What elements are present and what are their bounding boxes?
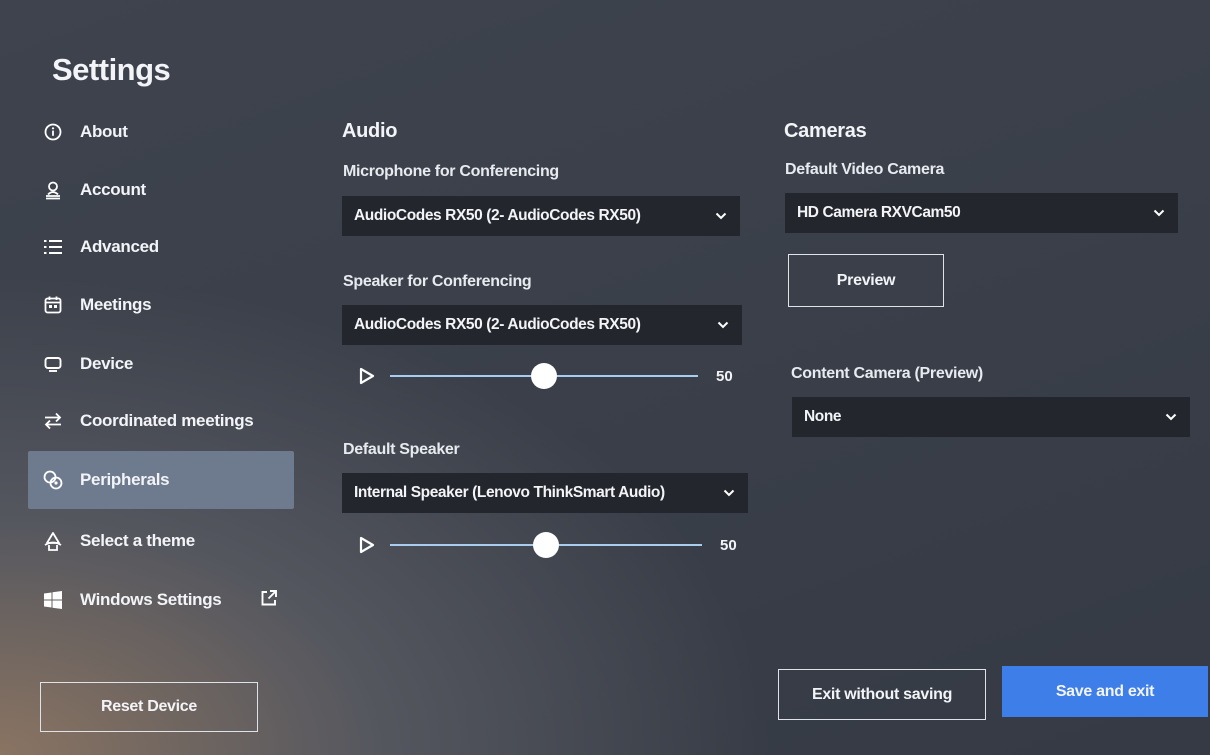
nav-item-label: Advanced: [80, 237, 159, 256]
nav-item-windows-settings[interactable]: Windows Settings: [28, 573, 288, 627]
external-link-icon: [260, 589, 278, 612]
play-icon[interactable]: [358, 367, 376, 385]
person-icon: [42, 179, 64, 201]
play-icon[interactable]: [358, 536, 376, 554]
microphone-select[interactable]: AudioCodes RX50 (2- AudioCodes RX50): [342, 196, 740, 236]
speaker-select[interactable]: AudioCodes RX50 (2- AudioCodes RX50): [342, 305, 742, 345]
nav-item-select-a-theme[interactable]: Select a theme: [28, 514, 294, 568]
nav-item-label: Account: [80, 180, 146, 199]
nav-item-meetings[interactable]: Meetings: [28, 278, 294, 332]
content-camera-label: Content Camera (Preview): [791, 365, 983, 382]
arrows-swap-icon: [42, 410, 64, 432]
slider-thumb[interactable]: [533, 532, 559, 558]
nav-item-account[interactable]: Account: [28, 163, 294, 217]
nav-item-about[interactable]: About: [28, 105, 294, 159]
nav-item-label: Device: [80, 354, 134, 373]
save-and-exit-button[interactable]: Save and exit: [1002, 666, 1208, 717]
page-title: Settings: [52, 52, 171, 87]
default-camera-label: Default Video Camera: [785, 161, 945, 178]
nav-item-label: Select a theme: [80, 531, 195, 550]
exit-without-saving-button[interactable]: Exit without saving: [778, 669, 986, 720]
content-camera-select[interactable]: None: [792, 397, 1190, 437]
monitor-icon: [42, 353, 64, 375]
volume-value: 50: [716, 367, 733, 385]
nav-item-peripherals[interactable]: Peripherals: [28, 451, 294, 509]
nav-item-device[interactable]: Device: [28, 337, 294, 391]
slider-track[interactable]: [390, 532, 702, 558]
audio-heading: Audio: [342, 120, 398, 142]
slider-thumb[interactable]: [531, 363, 557, 389]
default-speaker-volume-slider[interactable]: 50: [358, 530, 737, 560]
default-speaker-label: Default Speaker: [343, 441, 460, 458]
chevron-down-icon: [1165, 413, 1177, 421]
select-value: HD Camera RXVCam50: [797, 204, 961, 221]
select-value: AudioCodes RX50 (2- AudioCodes RX50): [354, 207, 641, 224]
theme-icon: [42, 530, 64, 552]
volume-value: 50: [720, 536, 737, 554]
chevron-down-icon: [1153, 209, 1165, 217]
list-icon: [42, 236, 64, 258]
chevron-down-icon: [715, 212, 727, 220]
peripherals-icon: [42, 469, 64, 491]
speaker-volume-slider[interactable]: 50: [358, 361, 733, 391]
calendar-icon: [42, 294, 64, 316]
nav-item-label: Windows Settings: [80, 590, 222, 609]
nav-item-label: About: [80, 122, 128, 141]
nav-item-label: Peripherals: [80, 470, 170, 489]
nav-item-label: Coordinated meetings: [80, 411, 254, 430]
chevron-down-icon: [723, 489, 735, 497]
select-value: Internal Speaker (Lenovo ThinkSmart Audi…: [354, 484, 665, 501]
info-icon: [42, 121, 64, 143]
default-speaker-select[interactable]: Internal Speaker (Lenovo ThinkSmart Audi…: [342, 473, 748, 513]
windows-icon: [42, 589, 64, 611]
microphone-label: Microphone for Conferencing: [343, 163, 559, 180]
chevron-down-icon: [717, 321, 729, 329]
nav-item-advanced[interactable]: Advanced: [28, 220, 294, 274]
slider-track[interactable]: [390, 363, 698, 389]
default-camera-select[interactable]: HD Camera RXVCam50: [785, 193, 1178, 233]
select-value: AudioCodes RX50 (2- AudioCodes RX50): [354, 316, 641, 333]
select-value: None: [804, 408, 842, 425]
reset-device-button[interactable]: Reset Device: [40, 682, 258, 732]
cameras-heading: Cameras: [784, 120, 867, 142]
nav-item-coordinated-meetings[interactable]: Coordinated meetings: [28, 394, 294, 448]
preview-button[interactable]: Preview: [788, 254, 944, 307]
speaker-label: Speaker for Conferencing: [343, 273, 532, 290]
nav-item-label: Meetings: [80, 295, 152, 314]
